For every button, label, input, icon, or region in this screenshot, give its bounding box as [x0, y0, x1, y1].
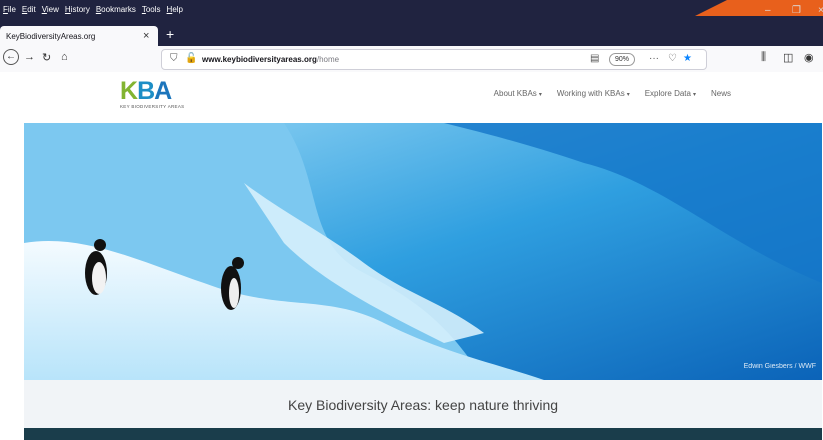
nav-news[interactable]: News — [711, 89, 731, 98]
url-bar[interactable]: ⛉ 🔓 www.keybiodiversityareas.org/home ▤ … — [161, 49, 707, 70]
menu-view[interactable]: View — [42, 5, 59, 14]
site-header: KBA KEY BIODIVERSITY AREAS About KBAs ▾ W… — [0, 72, 823, 123]
tab-kba[interactable]: KeyBiodiversityAreas.org × — [0, 26, 158, 46]
library-icon[interactable]: ⫼ — [761, 51, 766, 64]
tagline-section: Key Biodiversity Areas: keep nature thri… — [24, 380, 822, 428]
menu-tools[interactable]: Tools — [142, 5, 161, 14]
menu-file[interactable]: File — [3, 5, 16, 14]
iceberg-penguins-illustration — [24, 123, 822, 380]
tab-bar: KeyBiodiversityAreas.org × + — [0, 24, 823, 46]
site-nav: About KBAs ▾ Working with KBAs ▾ Explore D… — [494, 89, 731, 98]
photo-credit: Edwin Giesbers / WWF — [743, 363, 816, 370]
back-icon[interactable]: ← — [3, 49, 19, 65]
page-actions-icon[interactable]: ··· — [649, 53, 659, 64]
chevron-down-icon: ▾ — [538, 92, 542, 98]
chevron-down-icon: ▾ — [626, 92, 630, 98]
zoom-level-button[interactable]: 90% — [609, 53, 636, 66]
nav-toolbar: ← → ↻ ⌂ ⛉ 🔓 www.keybiodiversityareas.org… — [0, 46, 823, 73]
close-tab-icon[interactable]: × — [143, 30, 149, 42]
nav-about-kbas[interactable]: About KBAs ▾ — [494, 89, 542, 98]
hero-image: Edwin Giesbers / WWF — [24, 123, 822, 380]
url-text[interactable]: www.keybiodiversityareas.org/home — [202, 55, 339, 64]
home-icon[interactable]: ⌂ — [61, 51, 68, 63]
menu-history[interactable]: History — [65, 5, 90, 14]
sidebar-icon[interactable]: ◫ — [783, 51, 793, 64]
minimize-icon[interactable]: – — [765, 5, 771, 16]
reload-icon[interactable]: ↻ — [42, 51, 51, 64]
nav-explore-data[interactable]: Explore Data ▾ — [645, 89, 696, 98]
pocket-icon[interactable]: ♡ — [668, 53, 677, 64]
insecure-lock-icon[interactable]: 🔓 — [185, 53, 197, 64]
new-tab-button[interactable]: + — [166, 26, 174, 42]
menu-bar: File Edit View History Bookmarks Tools H… — [0, 0, 823, 24]
menu-bookmarks[interactable]: Bookmarks — [96, 5, 136, 14]
kba-logo[interactable]: KBA KEY BIODIVERSITY AREAS — [120, 79, 185, 110]
restore-icon[interactable]: ❐ — [792, 5, 801, 16]
close-window-icon[interactable]: × — [818, 5, 823, 16]
footer-band — [24, 428, 822, 440]
tagline: Key Biodiversity Areas: keep nature thri… — [287, 397, 559, 413]
forward-icon[interactable]: → — [24, 51, 35, 63]
logo-subtitle: KEY BIODIVERSITY AREAS — [120, 104, 185, 109]
account-icon[interactable]: ◉ — [804, 51, 814, 64]
menu-edit[interactable]: Edit — [22, 5, 36, 14]
reader-view-icon[interactable]: ▤ — [590, 53, 599, 64]
nav-working-with-kbas[interactable]: Working with KBAs ▾ — [557, 89, 630, 98]
bookmark-star-icon[interactable]: ★ — [683, 53, 692, 64]
chevron-down-icon: ▾ — [692, 92, 696, 98]
tab-title: KeyBiodiversityAreas.org — [6, 32, 96, 41]
shield-icon[interactable]: ⛉ — [170, 53, 178, 64]
menu: File Edit View History Bookmarks Tools H… — [3, 5, 183, 14]
menu-help[interactable]: Help — [167, 5, 183, 14]
window-accent — [695, 0, 823, 16]
